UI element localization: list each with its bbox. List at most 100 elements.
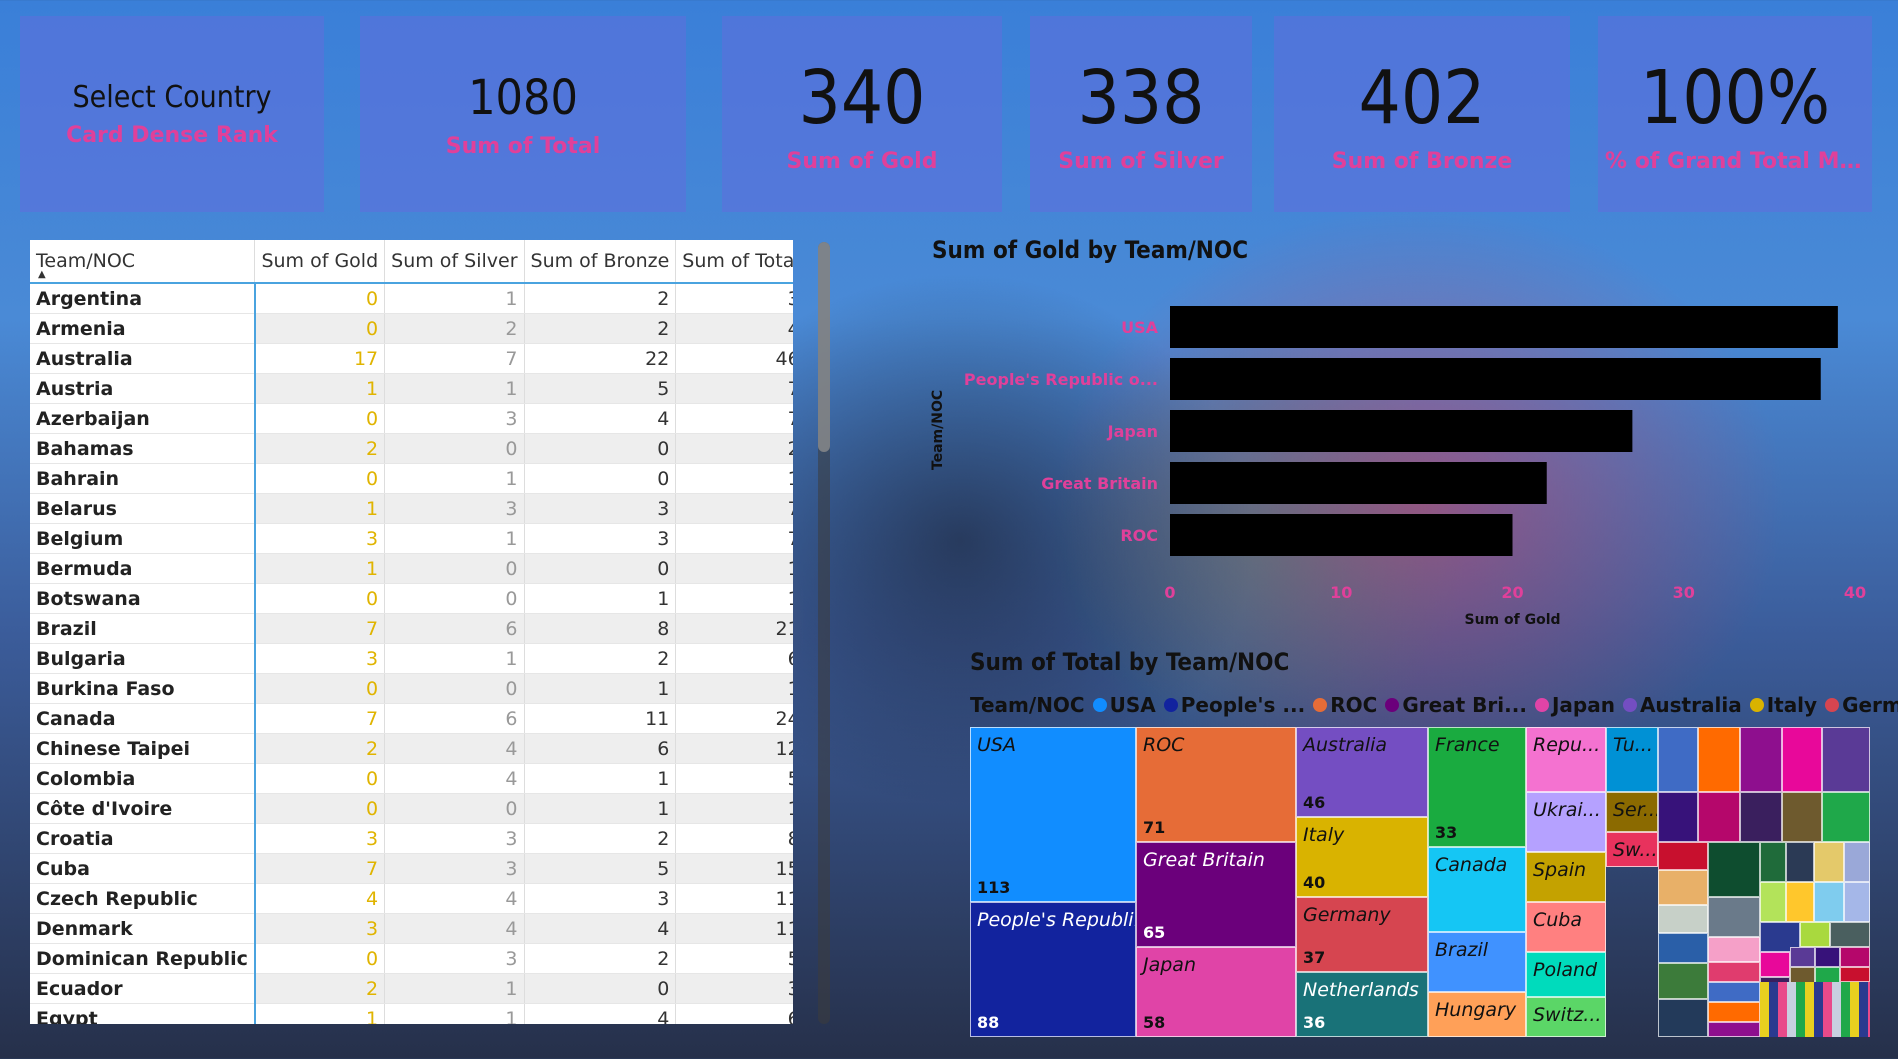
treemap-tile[interactable]: Switz... <box>1526 997 1606 1037</box>
table-row[interactable]: Czech Republic44311 <box>30 883 793 914</box>
table-row[interactable]: Chinese Taipei24612 <box>30 733 793 764</box>
treemap-tile[interactable] <box>1760 882 1786 922</box>
scrollbar-thumb[interactable] <box>818 242 830 452</box>
treemap-tile[interactable]: Cuba <box>1526 902 1606 952</box>
treemap-tile[interactable] <box>1708 1002 1760 1022</box>
table-row[interactable]: Belgium3137 <box>30 523 793 554</box>
table-row[interactable]: Burkina Faso0011 <box>30 673 793 704</box>
card-sum-of-bronze[interactable]: 402 Sum of Bronze <box>1274 16 1570 212</box>
table-row[interactable]: Argentina0123 <box>30 283 793 314</box>
treemap-tile[interactable] <box>1760 952 1790 977</box>
treemap-tile[interactable] <box>1740 727 1782 792</box>
treemap-tile[interactable] <box>1760 842 1786 882</box>
treemap-tile[interactable]: Japan 58 <box>1136 947 1296 1037</box>
treemap-tile[interactable] <box>1840 967 1870 982</box>
treemap-tile[interactable] <box>1814 842 1844 882</box>
table-row[interactable]: Bahamas2002 <box>30 433 793 464</box>
table-row[interactable]: Armenia0224 <box>30 313 793 344</box>
treemap-tile[interactable] <box>1815 947 1840 967</box>
treemap-tile[interactable] <box>1708 897 1760 937</box>
table-row[interactable]: Canada761124 <box>30 703 793 734</box>
treemap-tile[interactable] <box>1708 1022 1760 1037</box>
treemap-tile[interactable]: Australia 46 <box>1296 727 1428 817</box>
table-row[interactable]: Bahrain0101 <box>30 463 793 494</box>
treemap-tile[interactable] <box>1786 842 1814 882</box>
table-row[interactable]: Botswana0011 <box>30 583 793 614</box>
treemap-tile[interactable] <box>1814 882 1844 922</box>
treemap-tile[interactable] <box>1708 937 1760 962</box>
treemap-tile[interactable]: Hungary <box>1428 992 1526 1037</box>
bar[interactable] <box>1170 358 1821 400</box>
card-sum-of-gold[interactable]: 340 Sum of Gold <box>722 16 1002 212</box>
table-row[interactable]: Bulgaria3126 <box>30 643 793 674</box>
card-sum-of-total[interactable]: 1080 Sum of Total <box>360 16 686 212</box>
treemap-tile[interactable] <box>1658 999 1708 1037</box>
treemap-tile[interactable] <box>1658 727 1698 792</box>
bar[interactable] <box>1170 514 1513 556</box>
treemap-tile[interactable] <box>1708 842 1760 897</box>
table-row[interactable]: Brazil76821 <box>30 613 793 644</box>
medal-table[interactable]: Team/NOC ▲ Sum of Gold Sum of Silver Sum … <box>30 240 793 1024</box>
treemap-tile[interactable] <box>1698 792 1740 842</box>
table-row[interactable]: Ecuador2103 <box>30 973 793 1004</box>
treemap-tile[interactable] <box>1822 727 1870 792</box>
treemap-tile[interactable]: Repu... <box>1526 727 1606 792</box>
bar[interactable] <box>1170 410 1633 452</box>
legend-item[interactable]: Italy <box>1749 693 1817 717</box>
treemap-tile[interactable] <box>1830 922 1870 947</box>
treemap-tile[interactable] <box>1658 933 1708 963</box>
bar[interactable] <box>1170 462 1547 504</box>
legend-item[interactable]: Great Bri... <box>1385 693 1527 717</box>
treemap-tile[interactable] <box>1844 842 1870 882</box>
treemap-tile[interactable] <box>1708 982 1760 1002</box>
treemap-tile[interactable]: Italy 40 <box>1296 817 1428 897</box>
treemap-tile[interactable]: Great Britain 65 <box>1136 842 1296 947</box>
treemap-tile[interactable]: Tu... <box>1606 727 1658 792</box>
treemap-tile[interactable]: People's Republi... 88 <box>970 902 1136 1037</box>
legend-item[interactable]: ROC <box>1313 693 1377 717</box>
treemap-tile[interactable] <box>1822 792 1870 842</box>
legend-item[interactable]: Japan <box>1534 693 1615 717</box>
treemap-tile[interactable] <box>1740 792 1782 842</box>
card-percent-grand-total[interactable]: 100% % of Grand Total Me... <box>1598 16 1872 212</box>
card-sum-of-silver[interactable]: 338 Sum of Silver <box>1030 16 1252 212</box>
treemap-tile[interactable]: Spain <box>1526 852 1606 902</box>
column-header-team[interactable]: Team/NOC ▲ <box>30 240 256 284</box>
table-row[interactable]: Bermuda1001 <box>30 553 793 584</box>
treemap-tile[interactable] <box>1658 792 1698 842</box>
legend-item[interactable]: USA <box>1092 693 1156 717</box>
bar[interactable] <box>1170 306 1838 348</box>
treemap-tile[interactable]: Sw... <box>1606 832 1658 867</box>
card-dense-rank[interactable]: Select Country Card Dense Rank <box>20 16 324 212</box>
table-row[interactable]: Austria1157 <box>30 373 793 404</box>
table-row[interactable]: Belarus1337 <box>30 493 793 524</box>
treemap-tile[interactable]: Netherlands 36 <box>1296 972 1428 1037</box>
column-header-silver[interactable]: Sum of Silver <box>384 240 525 284</box>
treemap-tile[interactable] <box>1840 947 1870 967</box>
column-header-gold[interactable]: Sum of Gold <box>254 240 386 284</box>
treemap-tile[interactable] <box>1658 870 1708 905</box>
treemap-tile[interactable] <box>1708 962 1760 982</box>
treemap-tile[interactable]: Germany 37 <box>1296 897 1428 972</box>
table-row[interactable]: Australia1772246 <box>30 343 793 374</box>
table-scrollbar[interactable] <box>818 242 830 1024</box>
column-header-total[interactable]: Sum of Total <box>675 240 793 284</box>
treemap-tile[interactable] <box>1800 922 1830 947</box>
treemap-tile[interactable]: Poland <box>1526 952 1606 997</box>
treemap-tile[interactable] <box>1658 842 1708 870</box>
treemap-tile[interactable]: France 33 <box>1428 727 1526 847</box>
treemap-tile[interactable] <box>1658 905 1708 933</box>
table-row[interactable]: Cuba73515 <box>30 853 793 884</box>
legend-item[interactable]: Australia <box>1622 693 1742 717</box>
table-row[interactable]: Croatia3328 <box>30 823 793 854</box>
treemap-tile[interactable] <box>1786 882 1814 922</box>
treemap-tile[interactable]: Ser... <box>1606 792 1658 832</box>
treemap-tile[interactable]: USA 113 <box>970 727 1136 902</box>
treemap-tile[interactable]: Ukrai... <box>1526 792 1606 852</box>
table-row[interactable]: Egypt1146 <box>30 1003 793 1024</box>
column-header-bronze[interactable]: Sum of Bronze <box>524 240 677 284</box>
table-row[interactable]: Azerbaijan0347 <box>30 403 793 434</box>
treemap-tile[interactable] <box>1658 963 1708 999</box>
table-row[interactable]: Côte d'Ivoire0011 <box>30 793 793 824</box>
treemap-tile[interactable] <box>1698 727 1740 792</box>
